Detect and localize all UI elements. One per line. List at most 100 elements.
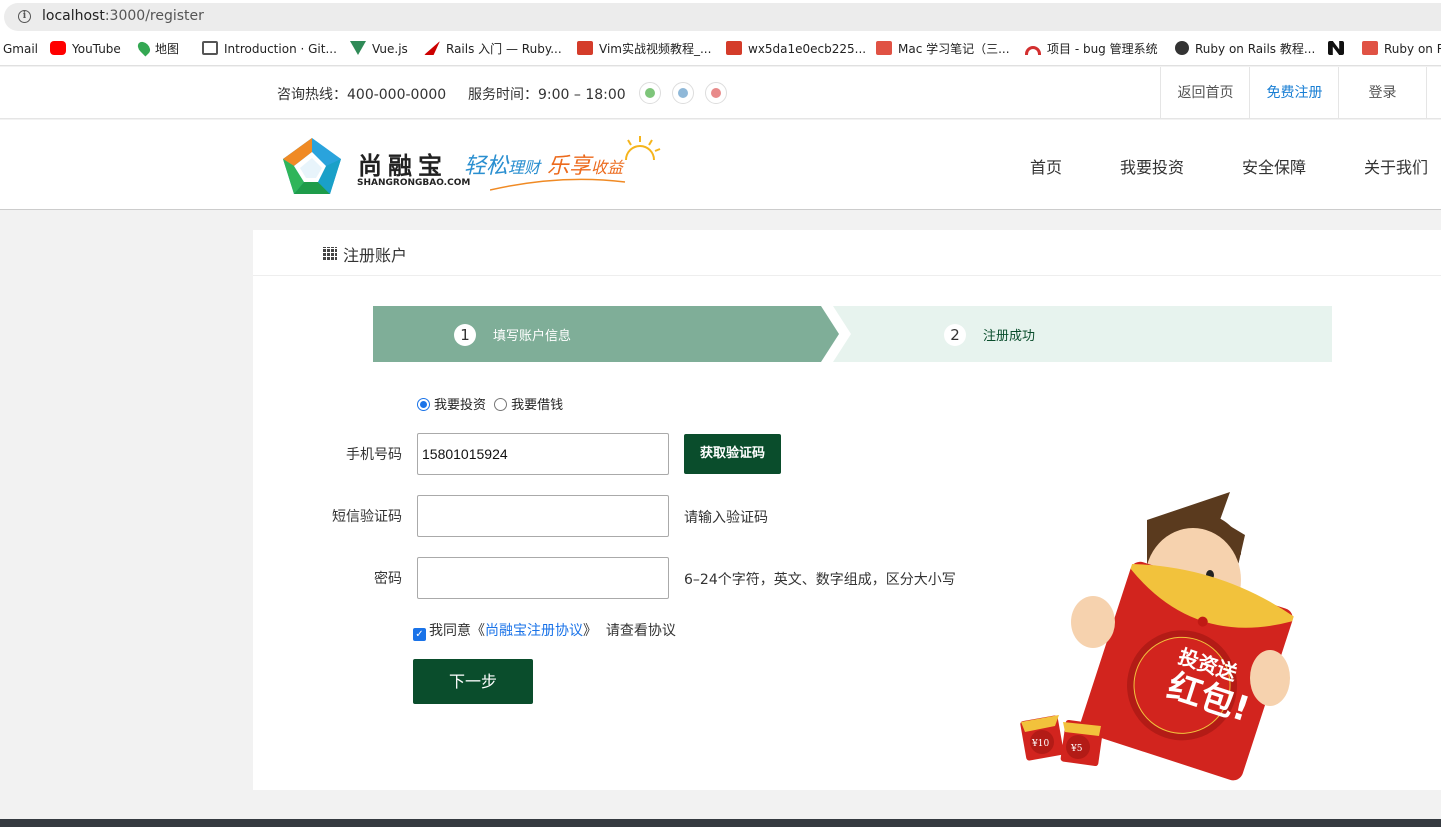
sun-icon [625, 136, 661, 161]
bookmark-label: 项目 - bug 管理系统 [1047, 42, 1158, 56]
youtube-icon [50, 41, 66, 55]
url-path: :3000/register [104, 8, 204, 24]
home-link[interactable]: 返回首页 [1160, 67, 1250, 119]
info-icon[interactable]: i [18, 10, 31, 23]
radio-label: 我要借钱 [511, 398, 564, 413]
role-borrow-option[interactable]: 我要借钱 [494, 398, 563, 413]
bookmark-bug[interactable]: 项目 - bug 管理系统 [1025, 41, 1158, 59]
bookmark-youtube[interactable]: YouTube [50, 41, 121, 59]
register-card: 注册账户 1 填写账户信息 2 注册成功 我要投资 我要借钱 手机号码 1580… [253, 230, 1441, 790]
bookmark-mac[interactable]: Mac 学习笔记（三... [876, 41, 1010, 59]
coupon-5: ¥5 [1070, 744, 1083, 754]
brand-name: 尚融宝 [358, 151, 448, 180]
bookmark-gmail[interactable]: Gmail [3, 41, 38, 59]
sms-code-label: 短信验证码 [332, 509, 402, 525]
get-code-button[interactable]: 获取验证码 [684, 434, 781, 474]
url-text: localhost:3000/register [42, 8, 204, 24]
agree-text: 》 请查看协议 [583, 623, 676, 639]
bookmark-maps[interactable]: 地图 [135, 39, 180, 59]
address-field[interactable]: i localhost:3000/register [4, 3, 1441, 31]
step-1: 1 填写账户信息 [373, 306, 839, 362]
register-link[interactable]: 免费注册 [1249, 67, 1339, 119]
wechat-icon[interactable] [639, 82, 661, 104]
site-topbar: 咨询热线：400-000-0000 服务时间：9:00 – 18:00 返回首页… [0, 67, 1441, 119]
agree-checkbox[interactable]: ✓ [413, 628, 426, 641]
rails-icon [424, 41, 440, 55]
nav-home[interactable]: 首页 [1030, 154, 1062, 178]
promo-red-envelope-illustration: 投资送 红包! ¥10 ¥5 [1020, 492, 1294, 781]
bookmarks-bar: Gmail YouTube 地图 Introduction · Git... V… [0, 34, 1441, 66]
bookmark-label: Ruby on R [1384, 42, 1441, 56]
step-2: 2 注册成功 [833, 306, 1332, 362]
service-time-text: 服务时间：9:00 – 18:00 [468, 87, 626, 103]
weibo-icon[interactable] [705, 82, 727, 104]
next-step-button[interactable]: 下一步 [413, 659, 533, 704]
51-icon [726, 41, 742, 55]
maps-icon [135, 39, 153, 57]
sms-code-input[interactable] [417, 495, 669, 537]
bookmark-rails-tutorial[interactable]: Ruby on Rails 教程... [1175, 41, 1315, 59]
vue-icon [350, 41, 366, 55]
card-header: 注册账户 [253, 230, 1441, 276]
url-host: localhost [42, 8, 105, 24]
footer-bar [0, 819, 1441, 827]
nav-invest[interactable]: 我要投资 [1120, 154, 1184, 178]
step-number: 2 [944, 324, 966, 346]
brand-logo-icon[interactable] [282, 138, 342, 194]
book-icon [202, 41, 218, 55]
radio-borrow[interactable] [494, 398, 508, 411]
hotline-text: 咨询热线：400-000-0000 [277, 87, 447, 103]
slogan-swoosh [490, 178, 626, 191]
grid-icon [323, 247, 337, 261]
phone-label: 手机号码 [346, 447, 402, 463]
slogan-part: 理财 [508, 158, 541, 177]
role-radio-group: 我要投资 我要借钱 [417, 394, 563, 413]
password-hint: 6–24个字符，英文、数字组成，区分大小写 [684, 572, 956, 588]
site-header: 尚融宝 SHANGRONGBAO.COM 轻松理财 乐享收益 首页 我要投资 安… [0, 120, 1441, 210]
bookmark-label: Mac 学习笔记（三... [898, 42, 1010, 56]
bookmark-label: YouTube [72, 42, 121, 56]
51-icon [577, 41, 593, 55]
bookmark-label: wx5da1e0ecb225... [748, 42, 867, 56]
bookmark-label: Gmail [3, 42, 39, 56]
bookmark-git[interactable]: Introduction · Git... [202, 41, 337, 59]
radio-invest[interactable] [417, 398, 430, 411]
agreement-row: ✓ 我同意《尚融宝注册协议》 请查看协议 [413, 620, 676, 641]
step-label: 填写账户信息 [493, 329, 572, 344]
brand-domain: SHANGRONGBAO.COM [357, 178, 471, 188]
bookmark-label: 地图 [155, 42, 180, 56]
bookmark-n[interactable] [1328, 41, 1350, 59]
n-icon [1328, 41, 1344, 55]
agree-text: 我同意《 [429, 623, 485, 639]
password-input[interactable] [417, 557, 669, 599]
nav-about[interactable]: 关于我们 [1364, 154, 1428, 178]
sms-code-hint: 请输入验证码 [684, 510, 768, 526]
jian-icon [1362, 41, 1378, 55]
step-label: 注册成功 [983, 329, 1036, 344]
bookmark-vim[interactable]: Vim实战视频教程_... [577, 41, 711, 59]
bookmark-wx[interactable]: wx5da1e0ecb225... [726, 41, 866, 59]
bookmark-label: Introduction · Git... [224, 42, 337, 56]
bookmark-label: Vim实战视频教程_... [599, 42, 712, 56]
page-title: 注册账户 [343, 246, 408, 265]
bookmark-label: Rails 入门 — Ruby... [446, 42, 562, 56]
jian-icon [876, 41, 892, 55]
qq-icon[interactable] [672, 82, 694, 104]
radio-label: 我要投资 [434, 398, 487, 413]
agreement-link[interactable]: 尚融宝注册协议 [485, 623, 583, 639]
browser-url-bar: i localhost:3000/register [0, 0, 1441, 34]
step-number: 1 [454, 324, 476, 346]
step-indicator: 1 填写账户信息 2 注册成功 [373, 306, 1332, 362]
phone-input[interactable]: 15801015924 [417, 433, 669, 475]
bookmark-ruby-on-r[interactable]: Ruby on R [1362, 41, 1441, 59]
coupon-10: ¥10 [1031, 739, 1049, 749]
bookmark-rails[interactable]: Rails 入门 — Ruby... [424, 41, 562, 59]
role-invest-option[interactable]: 我要投资 [417, 398, 486, 413]
password-label: 密码 [374, 571, 402, 587]
login-link[interactable]: 登录 [1338, 67, 1427, 119]
bookmark-vue[interactable]: Vue.js [350, 41, 408, 59]
globe-icon [1175, 41, 1189, 55]
bookmark-label: Vue.js [372, 42, 408, 56]
bookmark-label: Ruby on Rails 教程... [1195, 42, 1316, 56]
nav-security[interactable]: 安全保障 [1242, 154, 1306, 178]
